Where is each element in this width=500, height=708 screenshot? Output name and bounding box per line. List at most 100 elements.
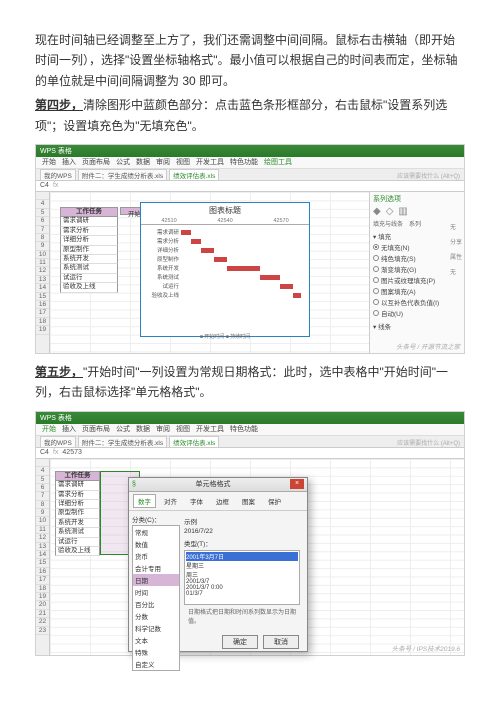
menu-item[interactable]: 页面布局 bbox=[82, 424, 110, 434]
cat-item[interactable]: 分数 bbox=[133, 610, 179, 622]
menu-item[interactable]: 审阅 bbox=[156, 157, 170, 167]
wps-titlebar: WPS 表格 bbox=[36, 145, 464, 157]
step4-text: 清除图形中蓝颜色部分：点击蓝色条形框部分，右击鼠标"设置系列选项"；设置填充色为… bbox=[35, 98, 447, 132]
menu-item[interactable]: 开发工具 bbox=[196, 157, 224, 167]
menu-item[interactable]: 数据 bbox=[136, 424, 150, 434]
menu-item[interactable]: 插入 bbox=[62, 424, 76, 434]
chart-xaxis: 42510 42540 42570 bbox=[141, 218, 309, 225]
radio-icon[interactable] bbox=[373, 244, 379, 250]
type-item[interactable]: 01/3/7 bbox=[186, 591, 298, 597]
cat-item[interactable]: 科学记数 bbox=[133, 622, 179, 634]
task-table: 工作任务 需求调研 需求分析 详细分析 原型制作 系统开发 系统测试 试运行 验… bbox=[55, 471, 100, 557]
close-icon[interactable]: × bbox=[290, 479, 304, 489]
cell-name-box[interactable]: C4 bbox=[40, 449, 49, 456]
effects-icon[interactable]: ◇ bbox=[386, 206, 394, 217]
share-label[interactable]: 分享 bbox=[450, 237, 462, 246]
fill-section[interactable]: ▾ 填充 bbox=[373, 231, 461, 241]
cat-item[interactable]: 会计专用 bbox=[133, 562, 179, 574]
line-section[interactable]: ▾ 线条 bbox=[373, 321, 461, 331]
menu-item[interactable]: 页面布局 bbox=[82, 157, 110, 167]
opt-pattern[interactable]: 图案填充(A) bbox=[381, 286, 416, 296]
cat-item[interactable]: 货币 bbox=[133, 550, 179, 562]
table-row: 系统测试 bbox=[60, 264, 118, 273]
cat-item[interactable]: 常规 bbox=[133, 526, 179, 538]
tab-pattern[interactable]: 图案 bbox=[237, 494, 260, 508]
menu-item[interactable]: 开发工具 bbox=[196, 424, 224, 434]
menu-item[interactable]: 开始 bbox=[42, 157, 56, 167]
tab-border[interactable]: 边框 bbox=[211, 494, 234, 508]
radio-icon[interactable] bbox=[373, 288, 379, 294]
opt-picture[interactable]: 图片或纹理填充(P) bbox=[381, 275, 435, 285]
chart-icon[interactable]: ▥ bbox=[398, 206, 407, 217]
menu-item[interactable]: 视图 bbox=[176, 157, 190, 167]
format-pane: 系列选项 ◆ ◇ ▥ 填充与线条 系列 ▾ 填充 无填充(N) 纯色填充(S) … bbox=[369, 192, 464, 353]
type-list[interactable]: 2001年3月7日 星期三 周三 2001/3/7 2001/3/7 0:00 … bbox=[184, 550, 300, 605]
tab-protect[interactable]: 保护 bbox=[263, 494, 286, 508]
menu-item[interactable]: 插入 bbox=[62, 157, 76, 167]
opt-auto[interactable]: 自动(U) bbox=[381, 308, 403, 318]
cat-item[interactable]: 特殊 bbox=[133, 646, 179, 658]
quick-search[interactable]: 应该需要找什么 (Alt+Q) bbox=[397, 171, 460, 180]
radio-icon[interactable] bbox=[373, 255, 379, 261]
step4-label: 第四步， bbox=[35, 98, 83, 112]
menu-item[interactable]: 视图 bbox=[176, 424, 190, 434]
table-row: 系统开发 bbox=[60, 255, 118, 264]
opt-no-fill[interactable]: 无填充(N) bbox=[381, 242, 410, 252]
type-item[interactable]: 星期三 bbox=[186, 561, 298, 570]
type-item[interactable]: 周三 bbox=[186, 570, 298, 579]
ok-button[interactable]: 确定 bbox=[222, 635, 258, 649]
radio-icon[interactable] bbox=[373, 277, 379, 283]
props-label[interactable]: 属性 bbox=[450, 252, 462, 261]
menu-item[interactable]: 数据 bbox=[136, 157, 150, 167]
cancel-button[interactable]: 取消 bbox=[263, 635, 299, 649]
doc-tab[interactable]: 我的WPS bbox=[40, 169, 76, 180]
table-row: 试运行 bbox=[55, 538, 100, 547]
wps-title: WPS 表格 bbox=[40, 146, 72, 156]
cat-item[interactable]: 数值 bbox=[133, 538, 179, 550]
cat-item[interactable]: 自定义 bbox=[133, 658, 179, 670]
doc-tab[interactable]: 附件二：学生成绩分析表.xls bbox=[78, 436, 167, 447]
doc-tab-active[interactable]: 绩效评估表.xls bbox=[169, 436, 219, 447]
cat-item[interactable]: 时间 bbox=[133, 586, 179, 598]
screenshot-2: WPS 表格 开始 插入 页面布局 公式 数据 审阅 视图 开发工具 特色功能 … bbox=[35, 411, 465, 656]
tab-font[interactable]: 字体 bbox=[185, 494, 208, 508]
opt-invert[interactable]: 以互补色代表负值(I) bbox=[381, 297, 439, 307]
radio-icon[interactable] bbox=[373, 266, 379, 272]
gantt-label: 需求调研 bbox=[145, 228, 181, 236]
gantt-chart[interactable]: 图表标题 42510 42540 42570 需求调研 需求分析 详细分析 原型… bbox=[140, 202, 310, 337]
dialog-title-text: 单元格格式 bbox=[195, 479, 230, 489]
cat-item[interactable]: 百分比 bbox=[133, 598, 179, 610]
category-label: 分类(C)： bbox=[132, 514, 180, 524]
type-item-selected[interactable]: 2001年3月7日 bbox=[186, 552, 298, 561]
table-row: 原型制作 bbox=[55, 509, 100, 518]
opt-solid[interactable]: 纯色填充(S) bbox=[381, 253, 416, 263]
paint-icon[interactable]: ◆ bbox=[373, 206, 381, 217]
menu-item-active[interactable]: 开始 bbox=[42, 424, 56, 434]
wps-ribbon: 开始 插入 页面布局 公式 数据 审阅 视图 开发工具 特色功能 bbox=[36, 424, 464, 436]
type-label: 类型(T)： bbox=[184, 538, 300, 548]
menu-item[interactable]: 特色功能 bbox=[230, 424, 258, 434]
doc-tab[interactable]: 我的WPS bbox=[40, 436, 76, 447]
doc-tab[interactable]: 附件二：学生成绩分析表.xls bbox=[78, 169, 167, 180]
tab-align[interactable]: 对齐 bbox=[159, 494, 182, 508]
doc-tab-active[interactable]: 绩效评估表.xls bbox=[169, 169, 219, 180]
radio-icon[interactable] bbox=[373, 310, 379, 316]
cat-item[interactable]: 文本 bbox=[133, 634, 179, 646]
step5-label: 第五步， bbox=[35, 365, 83, 379]
menu-item[interactable]: 公式 bbox=[116, 157, 130, 167]
menu-item[interactable]: 公式 bbox=[116, 424, 130, 434]
badge-none: 无 bbox=[450, 222, 462, 231]
category-list[interactable]: 常规 数值 货币 会计专用 日期 时间 百分比 分数 科学记数 文本 特殊 自定… bbox=[132, 525, 180, 671]
radio-icon[interactable] bbox=[373, 299, 379, 305]
tab-number[interactable]: 数字 bbox=[133, 494, 156, 508]
cat-item-selected[interactable]: 日期 bbox=[133, 574, 179, 586]
pane-title: 系列选项 bbox=[373, 194, 461, 204]
menu-item[interactable]: 特色功能 bbox=[230, 157, 258, 167]
row-headers: 45678910111213141516171819 bbox=[36, 192, 50, 353]
cell-name-box[interactable]: C4 bbox=[40, 182, 49, 189]
menu-item-active[interactable]: 绘图工具 bbox=[264, 157, 292, 167]
formula-value: 42573 bbox=[62, 449, 81, 456]
quick-search[interactable]: 应该需要找什么 (Alt+Q) bbox=[397, 438, 460, 447]
menu-item[interactable]: 审阅 bbox=[156, 424, 170, 434]
opt-gradient[interactable]: 渐变填充(G) bbox=[381, 264, 416, 274]
